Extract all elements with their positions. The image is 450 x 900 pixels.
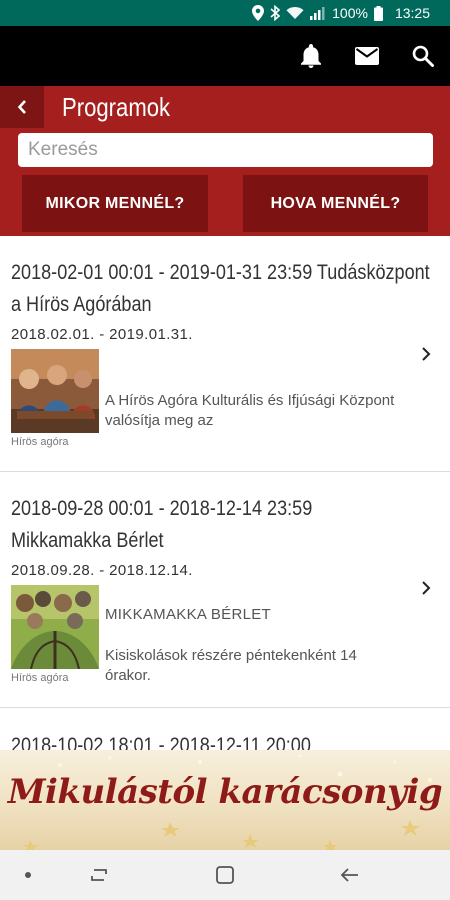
search-icon[interactable] [410,43,436,69]
event-source: Hírös agóra [11,672,69,684]
back-button[interactable] [0,86,44,128]
dot-icon[interactable] [16,850,40,900]
event-source: Hírös agóra [11,436,69,448]
event-description: Kisiskolások részére péntekenként 14 óra… [105,647,357,684]
event-thumbnail [11,349,99,433]
event-title-line: Mikkamakka Bérlet [11,529,164,552]
event-card[interactable]: 2018-02-01 00:01 - 2019-01-31 23:59 Tudá… [0,236,450,472]
status-bar: 100% 13:25 [0,0,450,26]
event-description: A Hírös Agóra Kulturális és Ifjúsági Köz… [105,392,395,429]
where-filter-button[interactable]: HOVA MENNÉL? [243,175,428,232]
wifi-icon [286,7,304,19]
event-title: 2018-02-01 00:01 - 2019-01-31 23:59 Tudá… [11,257,430,321]
back-icon[interactable] [336,850,362,900]
event-title-line: 2018-02-01 00:01 - 2019-01-31 23:59 Tudá… [11,261,430,284]
location-icon [252,5,265,21]
event-list: 2018-02-01 00:01 - 2019-01-31 23:59 Tudá… [0,236,450,808]
chevron-right-icon [422,581,431,595]
home-icon[interactable] [212,850,238,900]
clock: 13:25 [394,5,430,21]
bluetooth-icon [270,5,281,21]
app-bar [0,26,450,86]
battery-percent: 100% [332,5,368,21]
event-title: 2018-09-28 00:01 - 2018-12-14 23:59 Mikk… [11,493,372,557]
recents-icon[interactable] [86,850,112,900]
event-subtitle: MIKKAMAKKA BÉRLET [105,606,271,623]
event-title-line: a Hírös Agórában [11,293,152,316]
header: Programok MIKOR MENNÉL? HOVA MENNÉL? [0,86,450,236]
page-title: Programok [62,92,171,122]
mail-icon[interactable] [354,43,380,69]
event-thumbnail [11,585,99,669]
chevron-left-icon [17,100,26,114]
chevron-right-icon [422,347,431,361]
signal-icon [310,7,325,20]
event-date-range: 2018.02.01. - 2019.01.31. [11,326,193,343]
search-input[interactable] [18,133,433,167]
event-date-range: 2018.09.28. - 2018.12.14. [11,562,193,579]
system-nav-bar [0,850,450,900]
event-card[interactable]: 2018-09-28 00:01 - 2018-12-14 23:59 Mikk… [0,472,450,708]
battery-icon [373,5,383,21]
when-filter-button[interactable]: MIKOR MENNÉL? [22,175,208,232]
event-title-line: 2018-09-28 00:01 - 2018-12-14 23:59 [11,497,313,520]
promo-banner[interactable]: Mikulástól karácsonyig [0,750,450,850]
bell-icon[interactable] [298,43,324,69]
banner-text: Mikulástól karácsonyig [7,772,443,812]
